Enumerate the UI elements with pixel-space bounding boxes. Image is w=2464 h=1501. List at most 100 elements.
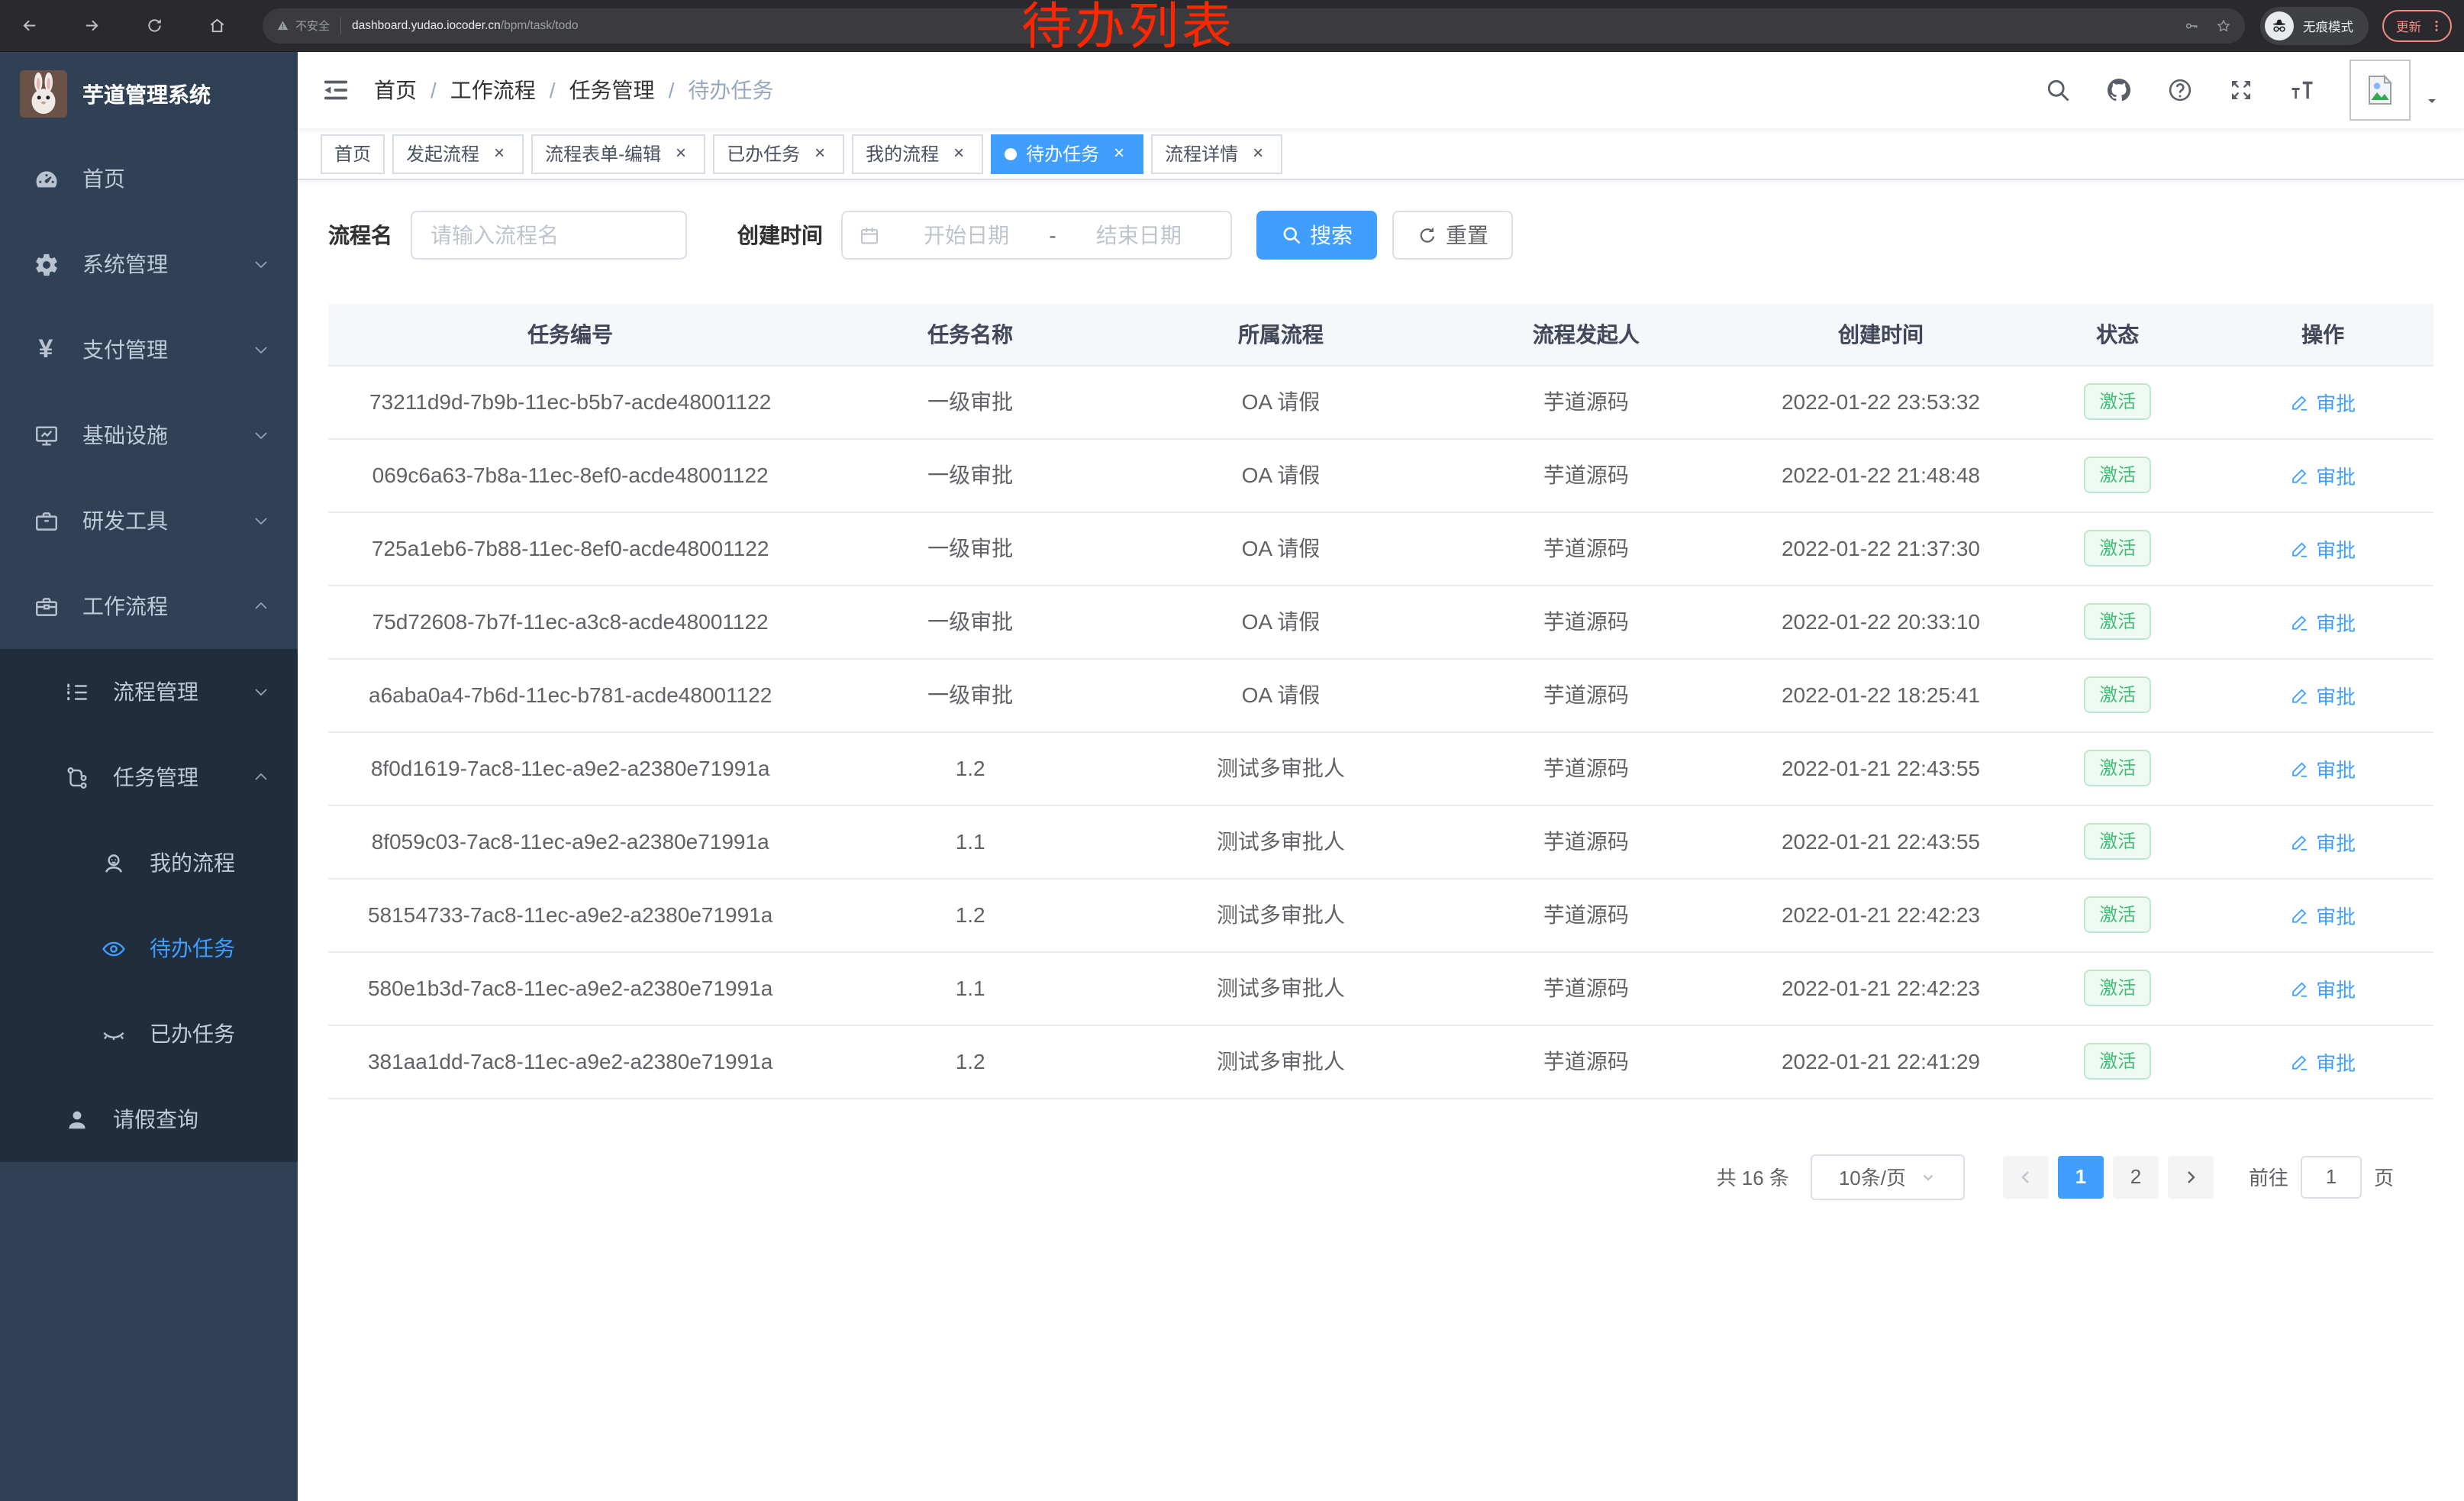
pen-icon xyxy=(2290,1051,2316,1071)
cell-id: a6aba0a4-7b6d-11ec-b781-acde48001122 xyxy=(328,658,812,731)
breadcrumb-item[interactable]: 任务管理 xyxy=(569,75,655,105)
url-host[interactable]: dashboard.yudao.iocoder.cn xyxy=(352,19,501,33)
password-key-icon[interactable] xyxy=(2184,18,2199,34)
gear-icon xyxy=(31,251,61,277)
start-date-placeholder[interactable]: 开始日期 xyxy=(890,220,1043,250)
approve-button[interactable]: 审批 xyxy=(2290,387,2356,416)
fullscreen-icon[interactable] xyxy=(2227,76,2255,104)
page-button-1[interactable]: 1 xyxy=(2058,1155,2104,1198)
address-bar[interactable]: 不安全 dashboard.yudao.iocoder.cn/bpm/task/… xyxy=(263,8,2245,44)
security-warning-icon[interactable] xyxy=(276,19,289,32)
sidebar-item-10[interactable]: 待办任务 xyxy=(0,905,298,991)
incognito-badge: 无痕模式 xyxy=(2260,7,2369,45)
page-size-select[interactable]: 10条/页 xyxy=(1811,1154,1965,1199)
tab-close-icon[interactable]: × xyxy=(948,143,969,164)
approve-button[interactable]: 审批 xyxy=(2290,973,2356,1002)
process-name-input[interactable] xyxy=(411,211,687,260)
end-date-placeholder[interactable]: 结束日期 xyxy=(1063,220,1215,250)
date-range-picker[interactable]: 开始日期 - 结束日期 xyxy=(841,211,1232,260)
cell-status: 激活 xyxy=(2023,1025,2212,1098)
approve-button[interactable]: 审批 xyxy=(2290,680,2356,709)
sidebar-item-label: 流程管理 xyxy=(113,676,198,707)
approve-button[interactable]: 审批 xyxy=(2290,607,2356,636)
approve-label: 审批 xyxy=(2316,973,2356,1002)
tab-5[interactable]: 我的流程 × xyxy=(852,134,983,173)
tab-active-6[interactable]: 待办任务× xyxy=(991,134,1143,173)
approve-button[interactable]: 审批 xyxy=(2290,827,2356,856)
table-row: 725a1eb6-7b88-11ec-8ef0-acde48001122一级审批… xyxy=(328,512,2433,585)
sidebar-item-3[interactable]: ¥支付管理 xyxy=(0,307,298,392)
tab-3[interactable]: 流程表单-编辑× xyxy=(531,134,705,173)
browser-menu-icon[interactable] xyxy=(2429,18,2444,34)
sidebar-item-5[interactable]: 研发工具 xyxy=(0,478,298,563)
approve-button[interactable]: 审批 xyxy=(2290,900,2356,929)
sidebar-menu: 首页系统管理¥支付管理基础设施研发工具工作流程流程管理任务管理我的流程待办任务已… xyxy=(0,136,298,1162)
cell-created: 2022-01-21 22:41:29 xyxy=(1739,1025,2023,1098)
calendar-icon xyxy=(858,224,881,247)
bookmark-star-icon[interactable] xyxy=(2216,18,2231,34)
sidebar-item-1[interactable]: 首页 xyxy=(0,136,298,221)
tab-close-icon[interactable]: × xyxy=(1108,143,1130,164)
tab-1[interactable]: 首页 xyxy=(321,134,385,173)
prev-page-button[interactable] xyxy=(2003,1155,2049,1198)
sidebar-item-9[interactable]: 我的流程 xyxy=(0,820,298,905)
approve-label: 审批 xyxy=(2316,607,2356,636)
browser-update-button[interactable]: 更新 xyxy=(2382,10,2452,42)
approve-button[interactable]: 审批 xyxy=(2290,460,2356,489)
browser-back-icon[interactable] xyxy=(12,9,46,43)
status-badge: 激活 xyxy=(2084,530,2151,567)
sidebar-item-8[interactable]: 任务管理 xyxy=(0,734,298,820)
breadcrumb-item[interactable]: 首页 xyxy=(374,75,417,105)
sidebar-item-label: 支付管理 xyxy=(82,334,168,365)
cell-status: 激活 xyxy=(2023,585,2212,658)
app-logo-row[interactable]: 芋道管理系统 xyxy=(0,52,298,136)
cell-id: 381aa1dd-7ac8-11ec-a9e2-a2380e71991a xyxy=(328,1025,812,1098)
approve-button[interactable]: 审批 xyxy=(2290,754,2356,783)
cell-status: 激活 xyxy=(2023,438,2212,512)
sidebar-item-7[interactable]: 流程管理 xyxy=(0,649,298,734)
tab-7[interactable]: 流程详情× xyxy=(1151,134,1282,173)
status-badge: 激活 xyxy=(2084,676,2151,713)
approve-button[interactable]: 审批 xyxy=(2290,534,2356,563)
tab-label: 我的流程 xyxy=(866,140,939,166)
browser-forward-icon[interactable] xyxy=(75,9,108,43)
sidebar-item-12[interactable]: 请假查询 xyxy=(0,1077,298,1162)
chevron-down-icon xyxy=(252,255,270,273)
avatar-caret-down-icon[interactable] xyxy=(2423,92,2441,110)
approve-button[interactable]: 审批 xyxy=(2290,1047,2356,1076)
page-button-2[interactable]: 2 xyxy=(2113,1155,2159,1198)
search-button[interactable]: 搜索 xyxy=(1256,211,1377,260)
cell-action: 审批 xyxy=(2212,658,2433,731)
breadcrumb-item[interactable]: 工作流程 xyxy=(450,75,536,105)
browser-reload-icon[interactable] xyxy=(137,9,171,43)
security-label[interactable]: 不安全 xyxy=(295,18,330,34)
user-avatar[interactable] xyxy=(2350,60,2411,121)
cell-starter: 芋道源码 xyxy=(1434,878,1739,951)
help-question-icon[interactable] xyxy=(2166,76,2194,104)
next-page-button[interactable] xyxy=(2168,1155,2214,1198)
sidebar-item-4[interactable]: 基础设施 xyxy=(0,392,298,478)
tab-4[interactable]: 已办任务× xyxy=(713,134,844,173)
chevron-left-icon xyxy=(2017,1167,2035,1186)
search-form: 流程名 创建时间 开始日期 - 结束日期 搜索 重置 xyxy=(328,211,2433,260)
github-icon[interactable] xyxy=(2105,76,2133,104)
sidebar-item-2[interactable]: 系统管理 xyxy=(0,221,298,307)
pen-icon xyxy=(2290,978,2316,998)
tab-close-icon[interactable]: × xyxy=(1247,143,1269,164)
pen-icon xyxy=(2290,831,2316,851)
header-search-icon[interactable] xyxy=(2044,76,2072,104)
sidebar-item-6[interactable]: 工作流程 xyxy=(0,563,298,649)
url-path[interactable]: /bpm/task/todo xyxy=(501,19,579,33)
reset-button[interactable]: 重置 xyxy=(1392,211,1513,260)
sidebar-item-11[interactable]: 已办任务 xyxy=(0,991,298,1077)
cell-created: 2022-01-22 20:33:10 xyxy=(1739,585,2023,658)
browser-home-icon[interactable] xyxy=(200,9,234,43)
tab-close-icon[interactable]: × xyxy=(489,143,510,164)
sidebar-collapse-icon[interactable] xyxy=(321,75,351,105)
font-size-icon[interactable] xyxy=(2288,76,2316,104)
goto-page-input[interactable] xyxy=(2301,1155,2362,1198)
tab-close-icon[interactable]: × xyxy=(809,143,830,164)
tab-close-icon[interactable]: × xyxy=(670,143,692,164)
tab-2[interactable]: 发起流程× xyxy=(392,134,524,173)
breadcrumb-separator: / xyxy=(669,78,675,102)
